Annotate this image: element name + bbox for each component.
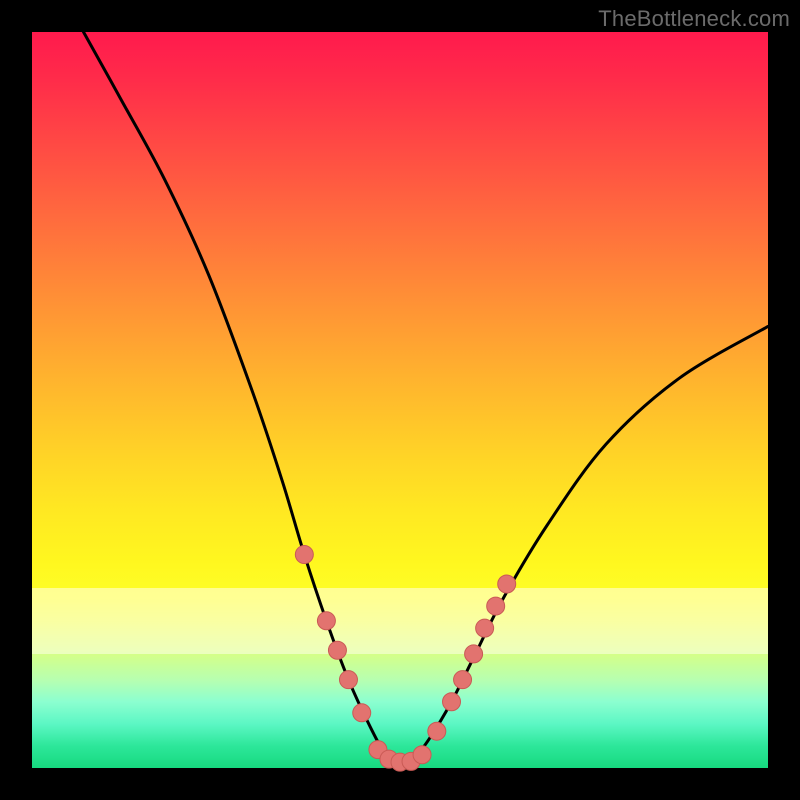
data-marker xyxy=(498,575,516,593)
data-marker xyxy=(428,722,446,740)
data-marker xyxy=(487,597,505,615)
data-marker xyxy=(465,645,483,663)
data-marker xyxy=(328,641,346,659)
bottleneck-curve-path xyxy=(84,32,768,764)
data-marker xyxy=(339,671,357,689)
data-marker xyxy=(476,619,494,637)
data-marker xyxy=(317,612,335,630)
data-marker xyxy=(353,704,371,722)
watermark-text: TheBottleneck.com xyxy=(598,6,790,32)
data-marker xyxy=(413,746,431,764)
data-marker xyxy=(443,693,461,711)
data-marker xyxy=(295,546,313,564)
chart-plot-area xyxy=(32,32,768,768)
curve-layer xyxy=(84,32,768,764)
bottleneck-curve-svg xyxy=(32,32,768,768)
data-marker xyxy=(454,671,472,689)
marker-layer xyxy=(295,546,515,772)
